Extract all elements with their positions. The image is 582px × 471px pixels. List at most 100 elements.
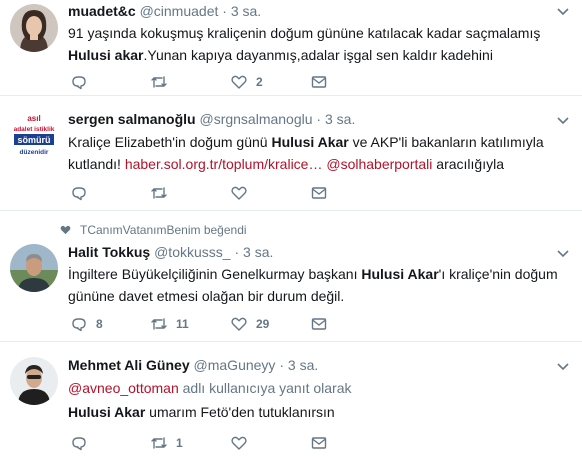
avatar-logo-text: sömürü (17, 135, 50, 145)
tweet-text-line: 91 yaşında kokuşmuş kraliçenin doğum gün… (68, 25, 541, 41)
reply-context: @avneo_ottoman adlı kullanıcıya yanıt ol… (68, 377, 568, 399)
retweet-button[interactable]: 11 (150, 314, 189, 334)
retweet-button[interactable] (150, 72, 176, 92)
avatar[interactable] (10, 244, 58, 292)
tweet-text-span: Kraliçe Elizabeth'in doğum günü (68, 134, 272, 150)
retweet-icon (151, 187, 167, 199)
like-button[interactable]: 2 (230, 72, 263, 92)
avatar[interactable]: asıl adalet istiklik sömürü düzenidir (10, 111, 58, 159)
social-context-text[interactable]: TCanımVatanımBenim beğendi (80, 223, 247, 237)
user-fullname[interactable]: Mehmet Ali Güney (68, 357, 190, 373)
tweet-text: Hulusi Akar umarım Fetö'den tutuklanırsı… (68, 401, 568, 423)
like-count: 2 (256, 75, 263, 89)
retweet-button[interactable]: 1 (150, 433, 183, 453)
retweet-count: 1 (176, 436, 183, 450)
like-button[interactable] (230, 433, 256, 453)
chevron-down-icon[interactable] (556, 246, 570, 260)
tweet-header: Halit Tokkuş @tokkusss_ · 3 sa. (68, 243, 273, 261)
tweet-timestamp[interactable]: 3 sa. (231, 3, 261, 19)
tweet-actions: 8 11 29 (68, 314, 568, 334)
message-icon (311, 187, 327, 199)
highlighted-term: Hulusi Akar (68, 404, 146, 420)
separator-dot: · (222, 3, 227, 19)
tweet-text-span: umarım Fetö'den tutuklanırsın (145, 404, 335, 420)
tweet-text-span: 'ı kraliçe'nin doğum (438, 266, 558, 282)
avatar-logo-text: adalet istiklik (14, 126, 55, 133)
highlighted-term: Hulusi Akar (361, 266, 439, 282)
tweet-4[interactable]: Mehmet Ali Güney @maGuneyy · 3 sa. @avne… (0, 343, 582, 471)
small-heart-icon (60, 225, 71, 235)
chevron-down-icon[interactable] (556, 4, 570, 18)
reply-button[interactable] (70, 433, 96, 453)
user-handle[interactable]: @cinmuadet (140, 3, 219, 19)
tweet-timestamp[interactable]: 3 sa. (325, 111, 355, 127)
separator-dot: · (279, 357, 284, 373)
tweet-header: sergen salmanoğlu @srgnsalmanoglu · 3 sa… (68, 110, 355, 128)
separator-dot: · (234, 244, 240, 260)
retweet-icon (151, 318, 167, 330)
tweet-timestamp[interactable]: 3 sa. (243, 244, 273, 260)
tweet-text-line: İngiltere Büyükelçiliğinin Genelkurmay b… (68, 263, 568, 285)
chevron-down-icon[interactable] (556, 359, 570, 373)
tweet-text-line: Kraliçe Elizabeth'in doğum günü Hulusi A… (68, 131, 568, 153)
reply-button[interactable] (70, 72, 96, 92)
reply-icon (72, 187, 86, 201)
tweet-text: Kraliçe Elizabeth'in doğum günü Hulusi A… (68, 131, 568, 175)
direct-message-button[interactable] (310, 314, 328, 334)
avatar-logo-text: düzenidir (20, 149, 49, 156)
reply-icon (72, 76, 86, 90)
direct-message-button[interactable] (310, 72, 328, 92)
tweet-text-span: ve AKP'li bakanların katılımıyla (348, 134, 544, 150)
heart-icon (231, 75, 247, 89)
tweet-timestamp[interactable]: 3 sa. (288, 357, 318, 373)
user-handle[interactable]: @srgnsalmanoglu (199, 111, 312, 127)
tweet-text-span: İngiltere Büyükelçiliğinin Genelkurmay b… (68, 266, 362, 282)
like-count: 29 (256, 317, 270, 331)
separator-dot: · (316, 111, 322, 127)
retweet-button[interactable] (150, 183, 176, 203)
user-fullname[interactable]: muadet&c (68, 3, 136, 19)
reply-count: 8 (96, 317, 103, 331)
avatar[interactable] (10, 357, 58, 405)
message-icon (311, 437, 327, 449)
message-icon (311, 318, 327, 330)
article-link[interactable]: haber.sol.org.tr/toplum/kralice… (125, 156, 323, 172)
tweet-actions (68, 183, 568, 203)
user-handle[interactable]: @tokkusss_ (154, 244, 230, 260)
highlighted-term: Hulusi akar (68, 47, 144, 63)
tweet-text-line: Hulusi akar.Yunan kapıya dayanmış,adalar… (68, 44, 568, 66)
tweet-text-span: .Yunan kapıya dayanmış,adalar işgal sen … (143, 47, 493, 63)
tweet-1[interactable]: muadet&c @cinmuadet · 3 sa. 91 yaşında k… (0, 0, 582, 96)
retweet-icon (151, 437, 167, 449)
tweet-3[interactable]: TCanımVatanımBenim beğendi Halit Tokkuş … (0, 212, 582, 342)
reply-button[interactable] (70, 183, 96, 203)
mention-link[interactable]: @solhaberportali (326, 156, 432, 172)
mention-link[interactable]: @avneo_ottoman (68, 380, 179, 396)
chevron-down-icon[interactable] (556, 113, 570, 127)
tweet-text-line: gününe davet etmesi olağan bir durum değ… (68, 288, 345, 304)
heart-icon (231, 436, 247, 450)
message-icon (311, 76, 327, 88)
retweet-icon (151, 76, 167, 88)
avatar-logo-text: asıl (27, 114, 40, 123)
tweet-actions: 1 (68, 433, 568, 453)
tweet-header: muadet&c @cinmuadet · 3 sa. (68, 2, 261, 20)
direct-message-button[interactable] (310, 183, 328, 203)
user-fullname[interactable]: Halit Tokkuş (68, 244, 150, 260)
tweet-text: 91 yaşında kokuşmuş kraliçenin doğum gün… (68, 22, 568, 66)
user-handle[interactable]: @maGuneyy (194, 357, 276, 373)
like-button[interactable]: 29 (230, 314, 269, 334)
avatar[interactable] (10, 4, 58, 52)
like-button[interactable] (230, 183, 256, 203)
tweet-actions: 2 (68, 72, 568, 92)
direct-message-button[interactable] (310, 433, 328, 453)
tweet-text-span: aracılığıyla (432, 156, 504, 172)
retweet-count: 11 (176, 317, 189, 331)
tweet-text: İngiltere Büyükelçiliğinin Genelkurmay b… (68, 263, 568, 307)
reply-icon (72, 437, 86, 451)
reply-button[interactable]: 8 (70, 314, 103, 334)
heart-icon (231, 317, 247, 331)
tweet-2[interactable]: asıl adalet istiklik sömürü düzenidir se… (0, 97, 582, 211)
user-fullname[interactable]: sergen salmanoğlu (68, 111, 196, 127)
highlighted-term: Hulusi Akar (271, 134, 349, 150)
